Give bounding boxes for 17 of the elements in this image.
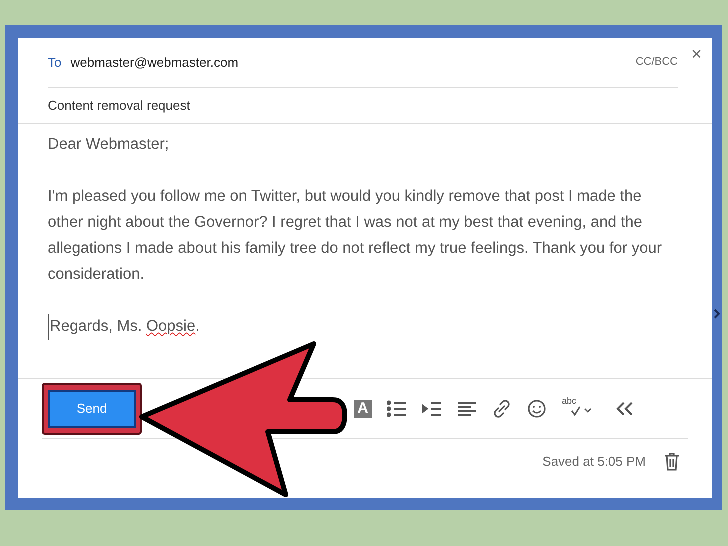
to-label: To <box>48 54 62 72</box>
trash-icon[interactable] <box>664 452 680 472</box>
bulleted-list-icon[interactable] <box>387 398 407 418</box>
font-color-button[interactable]: A <box>354 400 372 418</box>
subject-field[interactable]: Content removal request <box>18 88 712 124</box>
chevron-right-icon[interactable] <box>713 307 721 321</box>
saved-status: Saved at 5:05 PM <box>542 452 646 471</box>
body-paragraph: Dear Webmaster; <box>48 135 170 155</box>
send-button[interactable]: Send <box>48 390 136 428</box>
close-button[interactable]: × <box>691 45 702 63</box>
spellcheck-button[interactable]: abc <box>562 396 593 420</box>
recipient-field[interactable]: webmaster@webmaster.com <box>70 52 239 72</box>
link-icon[interactable] <box>492 398 512 418</box>
body-paragraph: I'm pleased you follow me on Twitter, but would you kindly remove that post I made the other night about the Governor? I regret that I was not at my best that evening, and the allegations I made about his family tree do not reflect my true feelings. Thank you for your consideration. <box>48 187 664 285</box>
signature-text: Regards, Ms. Oopsie. <box>48 314 200 340</box>
smiley-icon[interactable] <box>527 398 547 418</box>
cc-bcc-link[interactable]: CC/BCC <box>636 54 678 71</box>
